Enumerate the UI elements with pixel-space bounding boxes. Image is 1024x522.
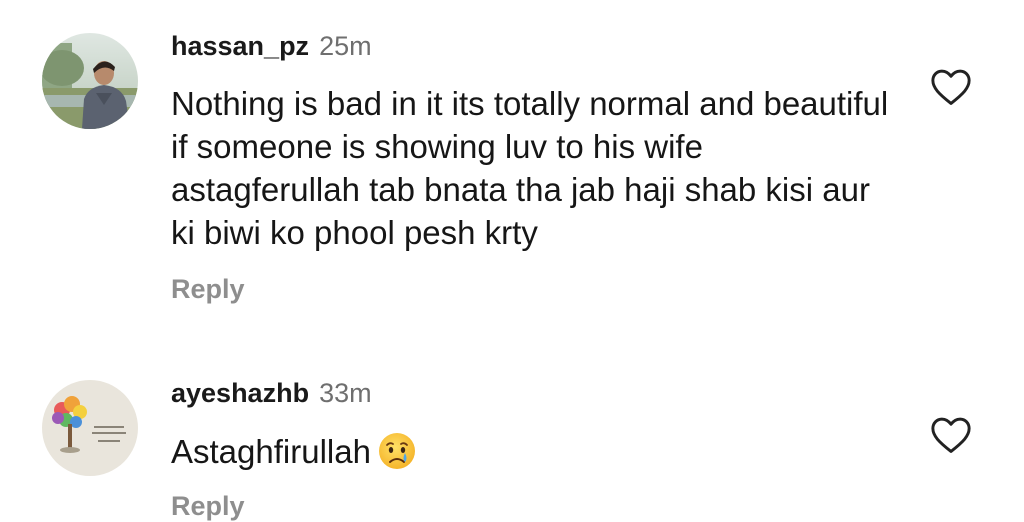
reply-button[interactable]: Reply	[171, 491, 245, 522]
comment-text-container: Astaghfirullah	[171, 430, 891, 474]
reply-button[interactable]: Reply	[171, 274, 245, 305]
username-text[interactable]: ayeshazhb	[171, 378, 309, 408]
username-text[interactable]: hassan_pz	[171, 31, 309, 61]
crying-face-emoji-icon	[377, 431, 417, 471]
illustrated-tree-avatar-icon	[42, 380, 138, 476]
username[interactable]: ayeshazhb 33m	[171, 378, 372, 409]
avatar[interactable]	[42, 33, 138, 129]
heart-outline-icon[interactable]	[930, 416, 972, 454]
comment-text: Astaghfirullah	[171, 433, 371, 470]
comment-timestamp: 25m	[319, 31, 372, 61]
comment-text: Nothing is bad in it its totally normal …	[171, 85, 889, 251]
username[interactable]: hassan_pz 25m	[171, 31, 372, 62]
avatar[interactable]	[42, 380, 138, 476]
heart-outline-icon[interactable]	[930, 68, 972, 106]
user-photo-avatar-icon	[42, 33, 138, 129]
comment-timestamp: 33m	[319, 378, 372, 408]
